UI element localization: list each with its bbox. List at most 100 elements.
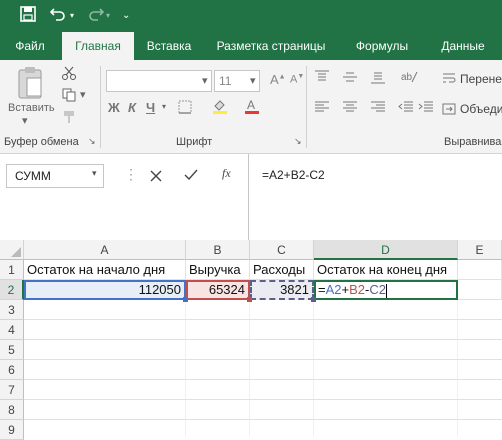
name-box[interactable]: СУММ — [6, 164, 104, 188]
cell-d1[interactable]: Остаток на конец дня — [314, 260, 458, 280]
orientation-icon[interactable]: ab — [400, 68, 418, 89]
undo-icon[interactable] — [49, 6, 66, 28]
formula-operator-plus: + — [341, 282, 350, 297]
copy-dropdown-icon[interactable]: ▾ — [80, 88, 86, 101]
formula-ref-a2: A2 — [325, 282, 342, 297]
row-header[interactable]: 9 — [0, 420, 24, 440]
select-all-corner[interactable] — [0, 240, 24, 260]
row-header[interactable]: 1 — [0, 260, 24, 280]
copy-icon[interactable] — [62, 88, 76, 107]
paste-dropdown-icon[interactable]: ▾ — [22, 114, 28, 127]
cell-c1[interactable]: Расходы — [250, 260, 314, 280]
undo-dropdown-icon[interactable]: ▾ — [70, 6, 74, 26]
align-middle-icon[interactable] — [342, 70, 358, 89]
enter-icon[interactable] — [184, 168, 198, 186]
customize-qat-icon[interactable]: ⌄ — [122, 6, 130, 26]
redo-icon — [88, 6, 105, 28]
formula-equals: = — [318, 282, 326, 297]
cell-a1[interactable]: Остаток на начало дня — [24, 260, 186, 280]
underline-button[interactable]: Ч — [146, 100, 155, 115]
row-header[interactable]: 5 — [0, 340, 24, 360]
empty-cells[interactable] — [24, 300, 502, 436]
row-header[interactable]: 3 — [0, 300, 24, 320]
fill-color-icon[interactable] — [212, 98, 228, 119]
tab-page-layout[interactable]: Разметка страницы — [206, 32, 336, 60]
row-header[interactable]: 7 — [0, 380, 24, 400]
merge-center-icon[interactable] — [442, 102, 456, 121]
text-cursor — [385, 283, 387, 298]
paste-label[interactable]: Вставить — [8, 102, 55, 114]
svg-text:A: A — [247, 98, 255, 112]
row-header[interactable]: 6 — [0, 360, 24, 380]
bold-button[interactable]: Ж — [108, 100, 120, 115]
cell-c2[interactable]: 3821 — [250, 280, 314, 300]
decrease-font-icon[interactable]: A▼ — [290, 73, 304, 86]
save-icon[interactable] — [20, 6, 36, 28]
range-handle-b2[interactable] — [247, 297, 252, 302]
redo-dropdown-icon: ▾ — [106, 11, 111, 20]
font-name-select[interactable] — [106, 70, 212, 92]
ribbon: Вставить ▾ ▾ Буфер обмена ↘ ▾ 11 ▾ A▲ A▼… — [0, 60, 502, 154]
column-header[interactable]: D — [314, 240, 458, 260]
align-bottom-icon[interactable] — [370, 70, 386, 89]
cell-b2[interactable]: 65324 — [186, 280, 250, 300]
cut-icon[interactable] — [62, 66, 76, 85]
align-right-icon[interactable] — [370, 100, 386, 119]
cell-e2[interactable] — [458, 280, 502, 300]
wrap-text-icon[interactable] — [442, 72, 456, 91]
formula-ref-b2: B2 — [349, 282, 365, 297]
quick-access-toolbar: ▾ ▾ ⌄ — [0, 0, 502, 32]
align-center-icon[interactable] — [342, 100, 358, 119]
ribbon-separator — [306, 66, 307, 148]
wrap-text-label[interactable]: Перене — [460, 72, 502, 86]
insert-function-icon[interactable]: fx — [222, 166, 231, 181]
row-header[interactable]: 4 — [0, 320, 24, 340]
font-color-icon[interactable]: A — [244, 98, 260, 119]
font-size-dropdown-icon[interactable]: ▾ — [250, 74, 256, 87]
row-header[interactable]: 2 — [0, 280, 24, 300]
ribbon-tabs: Файл Главная Вставка Разметка страницы Ф… — [0, 32, 502, 60]
formula-bar: СУММ ▾ ⋮ fx =A2+B2-C2 — [0, 154, 502, 240]
column-header[interactable]: B — [186, 240, 250, 260]
underline-dropdown-icon[interactable]: ▾ — [162, 102, 166, 111]
paste-icon[interactable] — [16, 66, 44, 105]
font-group-label: Шрифт — [176, 136, 213, 148]
worksheet-grid: A B C D E 1 2 3 4 5 6 7 8 9 Остаток на н… — [0, 240, 502, 440]
font-name-dropdown-icon[interactable]: ▾ — [202, 74, 208, 87]
cell-b1[interactable]: Выручка — [186, 260, 250, 280]
decrease-indent-icon[interactable] — [398, 100, 414, 119]
font-launcher-icon[interactable]: ↘ — [294, 136, 302, 147]
cancel-icon[interactable] — [150, 169, 162, 187]
increase-indent-icon[interactable] — [418, 100, 434, 119]
range-handle-c2[interactable] — [311, 297, 316, 302]
merge-center-label[interactable]: Объеди — [460, 102, 502, 116]
tab-file[interactable]: Файл — [0, 32, 60, 60]
column-header[interactable]: C — [250, 240, 314, 260]
align-left-icon[interactable] — [314, 100, 330, 119]
tab-insert[interactable]: Вставка — [136, 32, 202, 60]
formula-input[interactable]: =A2+B2-C2 — [262, 168, 325, 182]
name-box-dropdown-icon[interactable]: ▾ — [92, 168, 97, 179]
range-handle-a2[interactable] — [183, 297, 188, 302]
italic-button[interactable]: К — [128, 100, 136, 115]
ribbon-separator — [100, 66, 101, 148]
column-header[interactable]: A — [24, 240, 186, 260]
row-header[interactable]: 8 — [0, 400, 24, 420]
formula-input-area[interactable] — [248, 154, 502, 240]
column-header[interactable]: E — [458, 240, 502, 260]
tab-formulas[interactable]: Формулы — [342, 32, 422, 60]
tab-home[interactable]: Главная — [62, 32, 134, 60]
borders-icon[interactable] — [178, 100, 192, 119]
cell-d2-editing[interactable]: =A2+B2-C2 — [314, 280, 458, 300]
clipboard-launcher-icon[interactable]: ↘ — [88, 136, 96, 147]
align-top-icon[interactable] — [314, 70, 330, 89]
tab-data[interactable]: Данные — [428, 32, 498, 60]
clipboard-group-label: Буфер обмена — [4, 136, 79, 148]
cell-a2[interactable]: 112050 — [24, 280, 186, 300]
svg-text:ab: ab — [401, 72, 413, 83]
cell-e1[interactable] — [458, 260, 502, 280]
alignment-group-label: Выравнива — [444, 136, 502, 148]
increase-font-icon[interactable]: A▲ — [270, 72, 286, 87]
formula-bar-grip-icon[interactable]: ⋮ — [124, 166, 138, 183]
formula-ref-c2: C2 — [369, 282, 386, 297]
